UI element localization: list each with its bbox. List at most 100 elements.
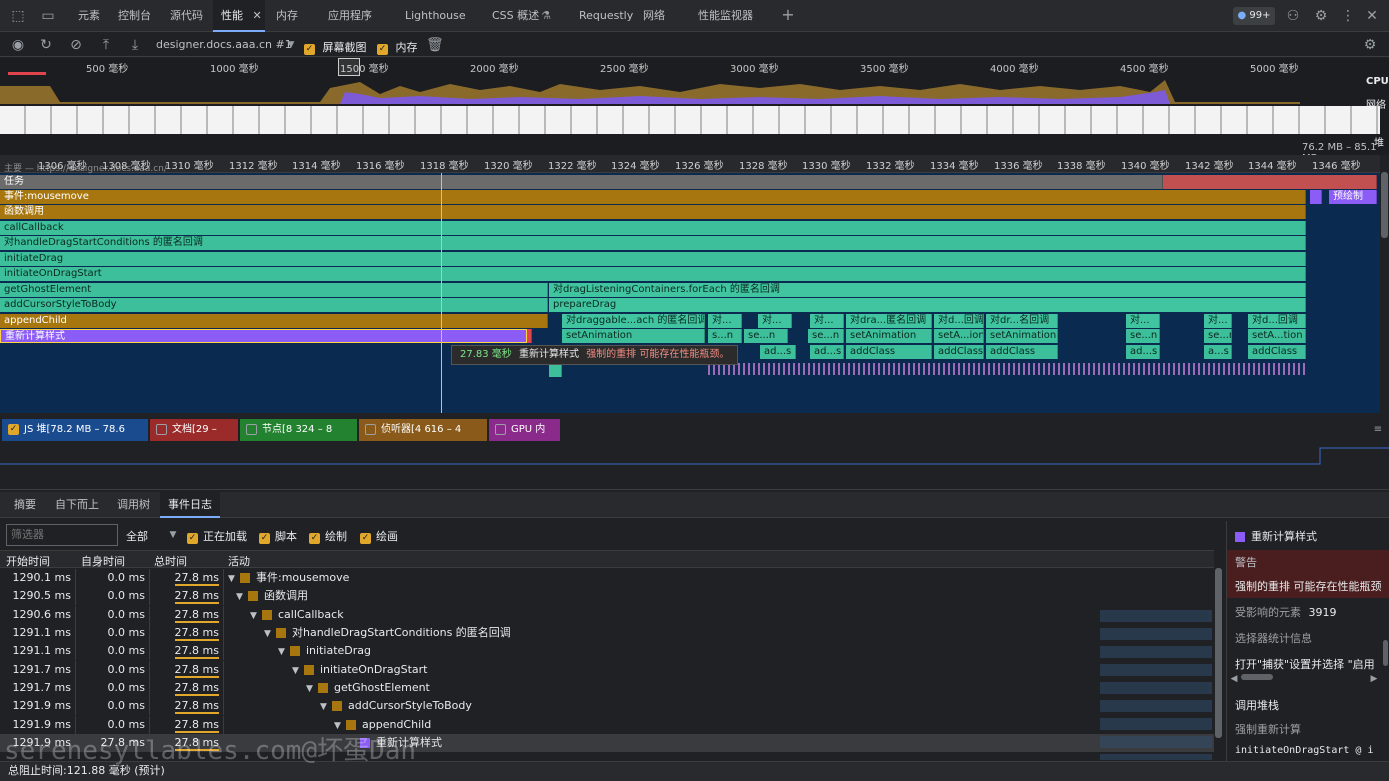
filter-duration-select[interactable]: 全部 [126,528,148,544]
tab-console[interactable]: 控制台 [118,0,151,32]
flame-setA-ion[interactable]: setA...ion [934,329,984,343]
people-icon[interactable]: ⚇ [1285,8,1301,24]
flame-d3[interactable]: 对... [810,314,844,328]
recording-select[interactable]: designer.docs.aaa.cn #1 [156,38,292,51]
gpu-counter[interactable]: GPU 内存 [489,419,560,457]
close-devtools-icon[interactable]: ✕ [1364,8,1380,24]
tab-performance[interactable]: 性能 ✕ [213,0,265,32]
screenshots-checkbox[interactable]: ✓ 屏幕截图 [304,39,367,55]
tab-performance-monitor[interactable]: 性能监视器 [698,0,753,32]
tab-application[interactable]: 应用程序 [328,0,372,32]
expand-triangle-icon[interactable]: ▼ [264,625,276,643]
expand-triangle-icon[interactable]: ▼ [278,643,290,661]
inspect-element-icon[interactable]: ⬚ [10,8,26,24]
col-total-time[interactable]: 总时间 [154,553,187,569]
flame-setAnimation-3[interactable]: setAnimation [986,329,1058,343]
chevron-down-icon[interactable]: ▼ [168,527,178,543]
expand-triangle-icon[interactable]: ▼ [320,698,332,716]
flame-se-n-4[interactable]: se...n [1204,329,1232,343]
flame-d4[interactable]: 对... [1126,314,1160,328]
listeners-counter[interactable]: 侦听器[4 616 – 4 890] [359,419,487,457]
flame-se-n[interactable]: se...n [744,329,788,343]
flame-ad-s-2[interactable]: ad...s [810,345,844,359]
table-scrollbar[interactable] [1215,568,1222,738]
tab-lighthouse[interactable]: Lighthouse [405,0,466,32]
flame-d2[interactable]: 对... [758,314,792,328]
filter-painting-checkbox[interactable]: ✓ 绘画 [360,528,398,544]
device-toolbar-icon[interactable]: ▭ [40,8,56,24]
filter-scripting-checkbox[interactable]: ✓ 脚本 [259,528,297,544]
flame-setAnimation[interactable]: setAnimation [562,329,705,343]
flame-setA-tion[interactable]: setA...tion [1248,329,1306,343]
flame-forEach-anon[interactable]: 对dragListeningContainers.forEach 的匿名回调 [549,283,1306,297]
tab-network[interactable]: 网络 [643,0,665,32]
flame-ad-s[interactable]: ad...s [760,345,796,359]
flame-task[interactable]: 任务 [0,175,1163,189]
flame-chart[interactable]: 任务 事件:mousemove 函数调用 预绘制 callCallback 对h… [0,173,1380,413]
download-icon[interactable]: ⤓ [127,37,143,53]
tab-memory[interactable]: 内存 [276,0,298,32]
tab-call-tree[interactable]: 调用树 [117,492,150,518]
tab-bottom-up[interactable]: 自下而上 [55,492,99,518]
flame-recalc-style[interactable]: 重新计算样式 [0,329,527,343]
flame-initiateOnDragStart[interactable]: initiateOnDragStart [0,267,1306,281]
record-icon[interactable]: ◉ [10,37,26,53]
sidebar-scrollbar[interactable] [1383,640,1388,666]
capture-settings-gear-icon[interactable]: ⚙ [1362,37,1378,53]
flame-addClass-2[interactable]: addClass [934,345,984,359]
tab-event-log[interactable]: 事件日志 [160,492,220,518]
flame-d5[interactable]: 对... [1204,314,1232,328]
filter-rendering-checkbox[interactable]: ✓ 绘制 [309,528,347,544]
trash-icon[interactable]: 🗑 [426,37,444,53]
scroll-left-icon[interactable]: ◀ [1229,671,1239,687]
upload-icon[interactable]: ⤒ [98,37,114,53]
filter-loading-checkbox[interactable]: ✓ 正在加载 [187,528,247,544]
more-tabs-plus-icon[interactable]: + [780,7,796,23]
stack-frame[interactable]: initiateOnDragStart @ i [1227,741,1381,760]
table-row[interactable]: 1291.1 ms 0.0 ms 27.8 ms ▼ 对handleDragSta… [0,624,1214,642]
table-row[interactable]: 1291.7 ms 0.0 ms 27.8 ms ▼ getGhostElemen… [0,679,1214,697]
tab-elements[interactable]: 元素 [78,0,100,32]
nodes-counter[interactable]: 节点[8 324 – 8 793] [240,419,357,457]
table-row[interactable]: 1291.9 ms 0.0 ms 27.8 ms ▼ addCursorStyle… [0,697,1214,715]
flame-callCallback[interactable]: callCallback [0,221,1306,235]
timeline-overview[interactable]: 500 毫秒 1000 毫秒 1500 毫秒 2000 毫秒 2500 毫秒 3… [0,58,1389,164]
flame-addCursorStyleToBody[interactable]: addCursorStyleToBody [0,298,548,312]
flame-prepareDrag[interactable]: prepareDrag [549,298,1306,312]
clear-icon[interactable]: ⊘ [68,37,84,53]
selection-handle[interactable] [338,58,360,76]
flame-function-call[interactable]: 函数调用 [0,205,1306,219]
expand-triangle-icon[interactable]: ▼ [236,588,248,606]
flame-a-s[interactable]: a...s [1204,345,1232,359]
tab-css-overview[interactable]: CSS 概述 [492,0,539,32]
close-icon[interactable]: ✕ [253,9,262,22]
documents-counter[interactable]: 文档[29 – 30] [150,419,238,457]
filter-input[interactable] [6,524,118,546]
flame-se-n-2[interactable]: se...n [808,329,844,343]
col-activity[interactable]: 活动 [228,553,250,569]
sidebar-hscrollbar[interactable] [1241,674,1273,680]
warning-text[interactable]: 强制的重排 可能存在性能瓶颈 [1227,574,1389,598]
tab-summary[interactable]: 摘要 [14,492,36,518]
flame-se-n-3[interactable]: se...n [1126,329,1160,343]
expand-triangle-icon[interactable]: ▼ [250,607,262,625]
flame-event-mousemove[interactable]: 事件:mousemove [0,190,1306,204]
flame-initiateDrag[interactable]: initiateDrag [0,252,1306,266]
chevron-down-icon[interactable]: ▼ [285,37,297,53]
flame-prepaint[interactable]: 预绘制 [1329,190,1377,204]
flame-ad-s-3[interactable]: ad...s [1126,345,1160,359]
table-row[interactable]: 1291.7 ms 0.0 ms 27.8 ms ▼ initiateOnDrag… [0,661,1214,679]
flame-addClass-3[interactable]: addClass [986,345,1058,359]
scroll-right-icon[interactable]: ▶ [1369,671,1379,687]
flame-anon-handleDragStart[interactable]: 对handleDragStartConditions 的匿名回调 [0,236,1306,250]
flame-d-anon[interactable]: 对dra...匿名回调 [846,314,932,328]
col-start-time[interactable]: 开始时间 [6,553,50,569]
flame-setAnimation-2[interactable]: setAnimation [846,329,932,343]
tab-sources[interactable]: 源代码 [170,0,203,32]
flame-scrollbar[interactable] [1381,172,1388,238]
flame-small-purple[interactable] [1310,190,1322,204]
flame-getGhostElement[interactable]: getGhostElement [0,283,548,297]
memory-checkbox[interactable]: ✓ 内存 [377,39,418,55]
col-self-time[interactable]: 自身时间 [81,553,125,569]
table-row[interactable]: 1290.6 ms 0.0 ms 27.8 ms ▼ callCallback [0,606,1214,624]
